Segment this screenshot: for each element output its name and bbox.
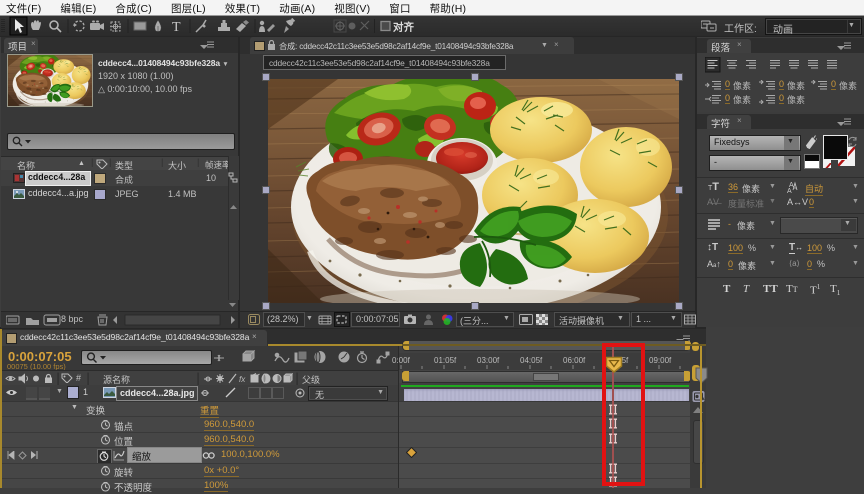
svg-text:A: A xyxy=(787,188,792,193)
svg-text:对齐: 对齐 xyxy=(393,21,414,34)
svg-text:fx: fx xyxy=(239,375,246,384)
svg-text:T: T xyxy=(172,20,181,35)
